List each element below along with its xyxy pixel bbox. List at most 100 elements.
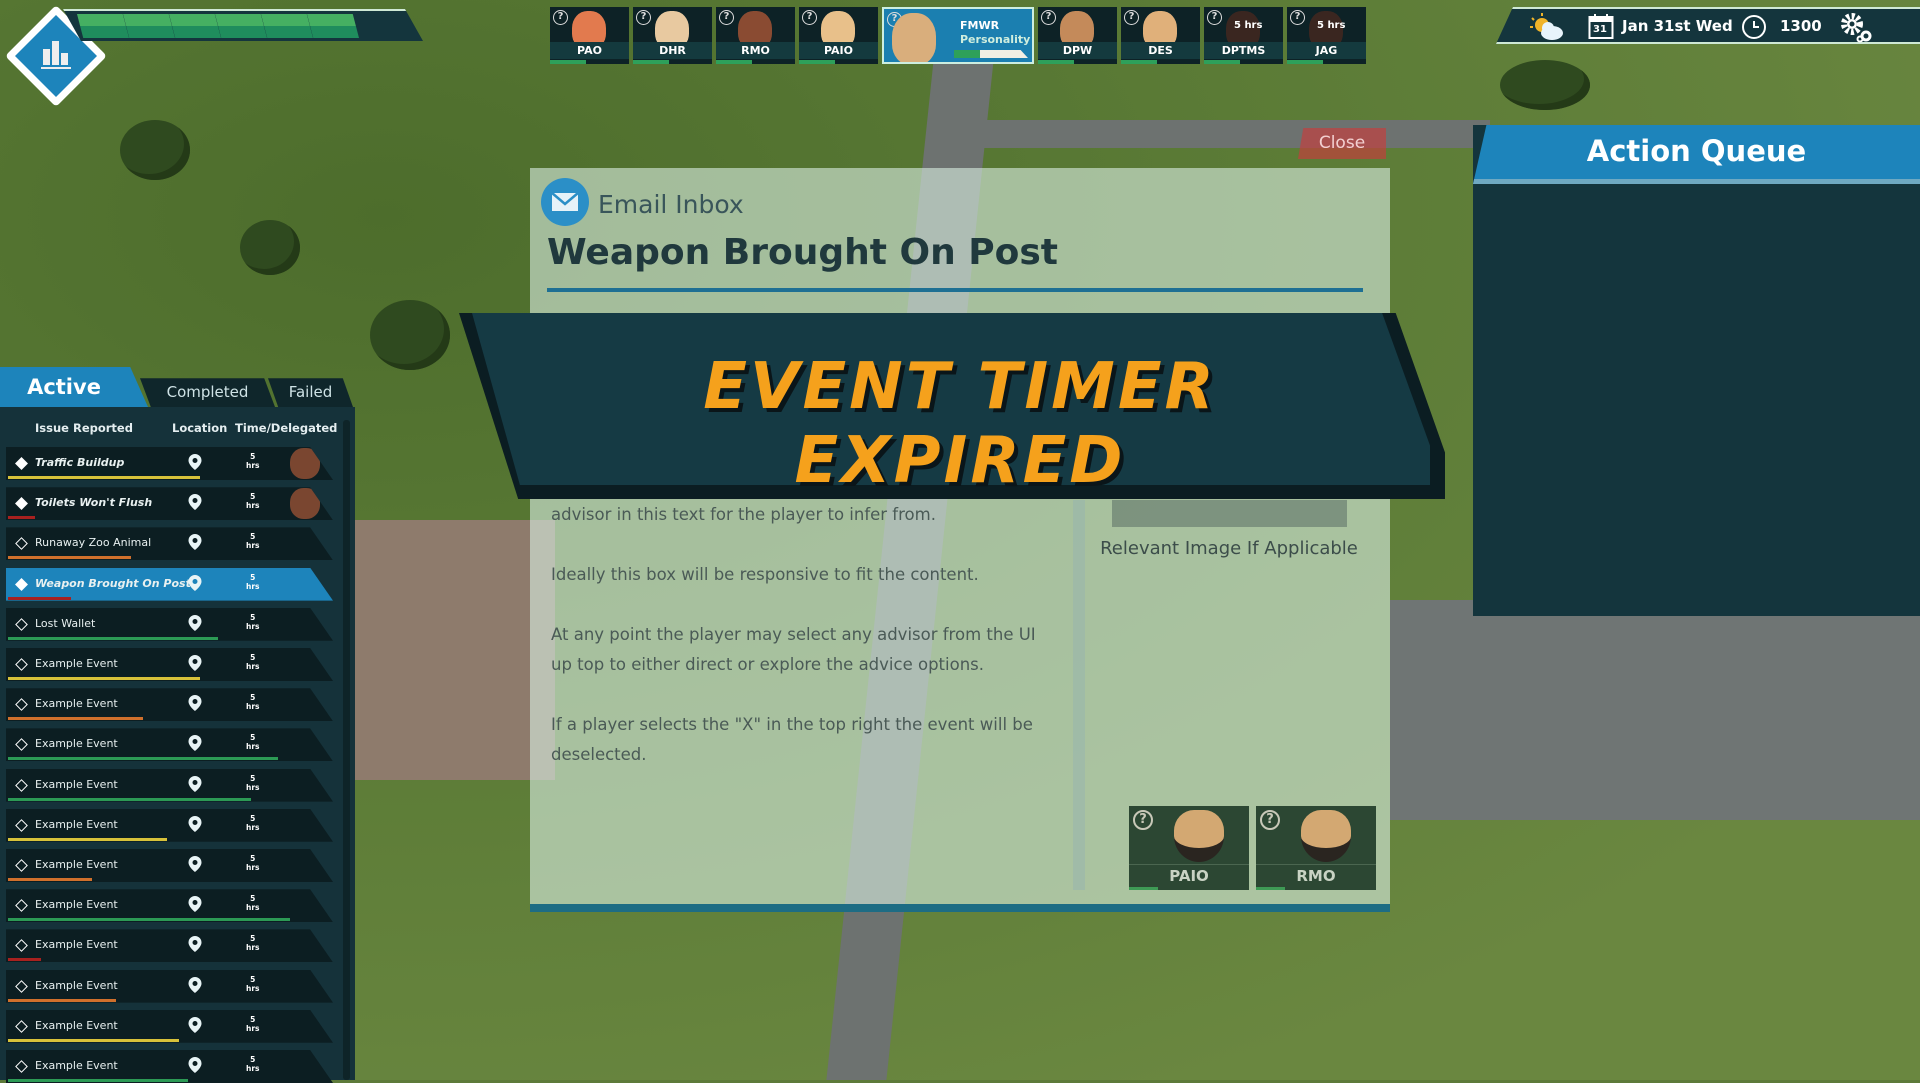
close-button[interactable]: Close [1298,128,1386,159]
parking-lot [1390,600,1920,820]
issue-row[interactable]: Traffic Buildup 5 hrs [6,447,333,480]
issue-row[interactable]: Weapon Brought On Post 5 hrs [6,567,333,601]
action-queue-panel [1473,125,1920,616]
location-pin-icon[interactable] [187,815,203,833]
advisor-progress [1038,60,1074,64]
issue-name: Example Event [35,938,118,952]
location-pin-icon[interactable] [187,493,203,511]
date-text: Jan 31st Wed [1622,17,1733,35]
location-pin-icon[interactable] [187,935,203,953]
issue-timer-bar [8,757,278,761]
issue-timer-bar [8,958,41,962]
issue-row[interactable]: Example Event 5 hrs [6,1050,333,1083]
email-inbox-label: Email Inbox [598,190,744,219]
help-icon[interactable]: ? [802,10,817,25]
issue-name: Example Event [35,817,118,831]
issue-time: 5 hrs [246,773,260,792]
location-pin-icon[interactable] [187,654,203,672]
issue-row[interactable]: Example Event 5 hrs [6,728,333,762]
advisor-label: DPTMS [1204,42,1283,59]
advisor-card-paio[interactable]: ? PAIO [1129,806,1249,890]
location-pin-icon[interactable] [187,533,203,551]
issue-name: Example Event [35,858,118,871]
issue-row[interactable]: Example Event 5 hrs [6,808,333,842]
advisor-des[interactable]: ? DES [1121,7,1200,64]
issue-timer-bar [8,837,167,841]
location-pin-icon[interactable] [187,855,203,873]
help-icon[interactable]: ? [1290,10,1305,25]
diamond-icon [15,859,28,872]
issue-timer-bar [8,998,116,1002]
location-pin-icon[interactable] [187,1056,203,1074]
status-segment [77,14,129,38]
location-pin-icon[interactable] [187,694,203,712]
issues-scrollbar[interactable] [343,420,350,1080]
help-icon[interactable]: ? [1133,810,1153,830]
issue-timer-bar [8,516,35,520]
issue-row[interactable]: Lost Wallet 5 hrs [6,607,333,641]
issue-name: Example Event [35,1018,118,1032]
tab-active[interactable]: Active [0,367,148,407]
location-pin-icon[interactable] [187,976,203,994]
diamond-icon [15,818,28,832]
clock-icon [1742,15,1766,39]
issue-timer-bar [8,476,200,479]
issue-name: Example Event [35,657,118,670]
issue-row[interactable]: Example Event 5 hrs [6,849,333,882]
location-pin-icon[interactable] [187,1016,203,1034]
advisor-dhr[interactable]: ? DHR [633,7,712,64]
issue-time: 5 hrs [246,532,260,551]
body-text: up top to either direct or explore the a… [551,655,984,674]
diamond-icon [15,778,28,792]
issue-time: 5 hrs [246,1014,260,1033]
location-pin-icon[interactable] [187,895,203,913]
issue-timer-bar [8,677,200,680]
status-segment [169,14,221,38]
help-icon[interactable]: ? [1260,810,1280,830]
location-pin-icon[interactable] [187,734,203,752]
location-pin-icon[interactable] [187,574,203,592]
advisor-card-rmo[interactable]: ? RMO [1256,806,1376,890]
gear-icon[interactable] [1839,11,1873,43]
issue-row[interactable]: Example Event 5 hrs [6,768,333,802]
issue-time: 5 hrs [246,813,260,832]
issue-timer-bar [8,878,92,881]
advisor-label: DHR [633,42,712,59]
help-icon[interactable]: ? [1041,10,1056,25]
issue-row[interactable]: Example Event 5 hrs [6,688,333,722]
issue-name: Example Event [35,697,118,711]
help-icon[interactable]: ? [636,10,651,25]
advisor-rmo[interactable]: ? RMO [716,7,795,64]
advisor-progress [550,60,586,64]
issue-time: 5 hrs [246,572,260,591]
issue-row[interactable]: Example Event 5 hrs [6,1009,333,1043]
issue-name: Example Event [35,777,118,791]
issue-row[interactable]: Example Event 5 hrs [6,929,333,963]
location-pin-icon[interactable] [187,775,203,793]
issue-row[interactable]: Toilets Won't Flush 5 hrs [6,487,333,521]
location-pin-icon[interactable] [187,453,203,471]
advisor-dpw[interactable]: ? DPW [1038,7,1117,64]
help-icon[interactable]: ? [553,10,568,25]
help-icon[interactable]: ? [1124,10,1139,25]
advisor-pao[interactable]: ? PAO [550,7,629,64]
advisor-dptms[interactable]: ? 5 hrs DPTMS [1204,7,1283,64]
advisor-fmwr[interactable]: ? FMWR Personality [882,7,1034,64]
location-pin-icon[interactable] [187,614,203,632]
advisor-code: FMWR [960,19,1000,32]
advisor-time: 5 hrs [1234,20,1263,31]
advisor-jag[interactable]: ? 5 hrs JAG [1287,7,1366,64]
help-icon[interactable]: ? [1207,10,1222,25]
issue-row[interactable]: Example Event 5 hrs [6,889,333,923]
status-segment [261,14,313,38]
issue-name: Example Event [35,1059,118,1072]
advisor-paio[interactable]: ? PAIO [799,7,878,64]
issue-row[interactable]: Example Event 5 hrs [6,969,333,1003]
body-text: If a player selects the "X" in the top r… [551,715,1033,734]
help-icon[interactable]: ? [719,10,734,25]
issue-row[interactable]: Runaway Zoo Animal 5 hrs [6,527,333,561]
issue-name: Example Event [35,898,118,912]
issue-row[interactable]: Example Event 5 hrs [6,648,333,681]
issue-timer-bar [8,918,290,922]
body-text: advisor in this text for the player to i… [551,505,936,524]
